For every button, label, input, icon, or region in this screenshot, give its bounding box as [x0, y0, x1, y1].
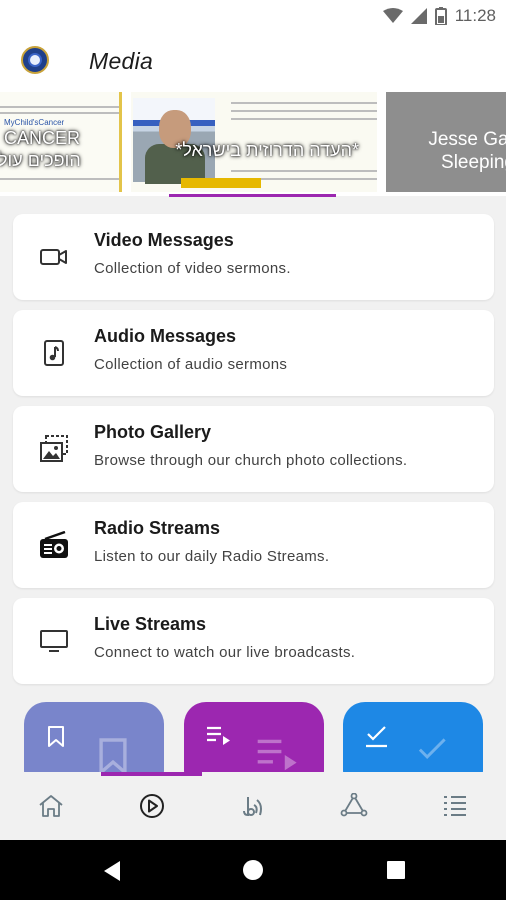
status-bar: 11:28 [0, 0, 506, 32]
slide-caption-hebrew: הופכים עול [0, 150, 81, 170]
menu-item-title: Photo Gallery [94, 422, 212, 442]
menu-item-video-messages[interactable]: Video Messages Collection of video sermo… [13, 214, 494, 300]
media-carousel[interactable]: MyChild'sCancer CANCER הופכים עול *העדה … [0, 92, 506, 196]
menu-item-title: Live Streams [94, 614, 207, 634]
play-circle-icon [139, 793, 165, 824]
checklist-tile[interactable] [343, 702, 483, 772]
app-bar: Media [0, 32, 506, 92]
slide-caption: *העדה הדרוזית בישראל* [175, 140, 359, 160]
slide-caption: CANCER [4, 128, 81, 148]
home-icon [38, 794, 64, 823]
slide-tag: MyChild'sCancer [4, 118, 65, 127]
playlist-icon [206, 726, 232, 751]
signal-icon [410, 8, 427, 24]
bible-icon [240, 793, 266, 824]
nav-media[interactable] [101, 776, 202, 840]
menu-item-title: Video Messages [94, 230, 234, 250]
photo-gallery-icon [39, 435, 69, 463]
carousel-slide[interactable]: Jesse Galla Sleeping [386, 92, 506, 192]
tv-icon [39, 627, 69, 655]
church-logo-icon[interactable] [21, 46, 49, 74]
menu-item-radio-streams[interactable]: Radio Streams Listen to our daily Radio … [13, 502, 494, 588]
menu-item-photo-gallery[interactable]: Photo Gallery Browse through our church … [13, 406, 494, 492]
page-title: Media [89, 48, 154, 74]
menu-item-subtitle: Collection of video sermons. [94, 260, 291, 277]
community-icon [340, 792, 368, 824]
system-navigation-bar [0, 840, 506, 900]
radio-icon [39, 531, 69, 559]
menu-item-title: Radio Streams [94, 518, 221, 538]
bookmark-watermark-icon [96, 738, 130, 772]
playlist-watermark-icon [256, 738, 300, 772]
menu-item-live-streams[interactable]: Live Streams Connect to watch our live b… [13, 598, 494, 684]
bookmarks-tile[interactable] [24, 702, 164, 772]
bookmark-icon [46, 726, 66, 753]
checklist-icon [365, 726, 389, 753]
list-menu-icon [442, 794, 468, 823]
bottom-navigation [0, 776, 506, 840]
back-icon[interactable] [102, 860, 122, 887]
carousel-slide[interactable]: *העדה הדרוזית בישראל* [131, 92, 377, 192]
menu-item-subtitle: Listen to our daily Radio Streams. [94, 548, 330, 565]
battery-icon [434, 7, 447, 25]
home-circle-icon[interactable] [242, 859, 264, 886]
status-time: 11:28 [454, 6, 496, 25]
media-menu-list: Video Messages Collection of video sermo… [13, 214, 494, 694]
menu-item-subtitle: Connect to watch our live broadcasts. [94, 644, 356, 661]
carousel-indicator [169, 194, 336, 197]
audio-file-icon [39, 339, 69, 367]
nav-home[interactable] [0, 776, 101, 840]
checklist-watermark-icon [415, 738, 451, 772]
carousel-slide[interactable]: MyChild'sCancer CANCER הופכים עול [0, 92, 122, 192]
menu-item-title: Audio Messages [94, 326, 237, 346]
nav-bible[interactable] [202, 776, 303, 840]
playlist-tile[interactable] [184, 702, 324, 772]
menu-item-subtitle: Collection of audio sermons [94, 356, 288, 373]
menu-item-audio-messages[interactable]: Audio Messages Collection of audio sermo… [13, 310, 494, 396]
slide-caption: Jesse Galla Sleeping [428, 129, 506, 173]
recents-icon[interactable] [386, 860, 406, 885]
nav-more[interactable] [405, 776, 506, 840]
quick-tiles [0, 702, 506, 772]
wifi-icon [382, 8, 403, 24]
nav-community[interactable] [304, 776, 405, 840]
menu-item-subtitle: Browse through our church photo collecti… [94, 452, 408, 469]
video-camera-icon [39, 243, 69, 271]
